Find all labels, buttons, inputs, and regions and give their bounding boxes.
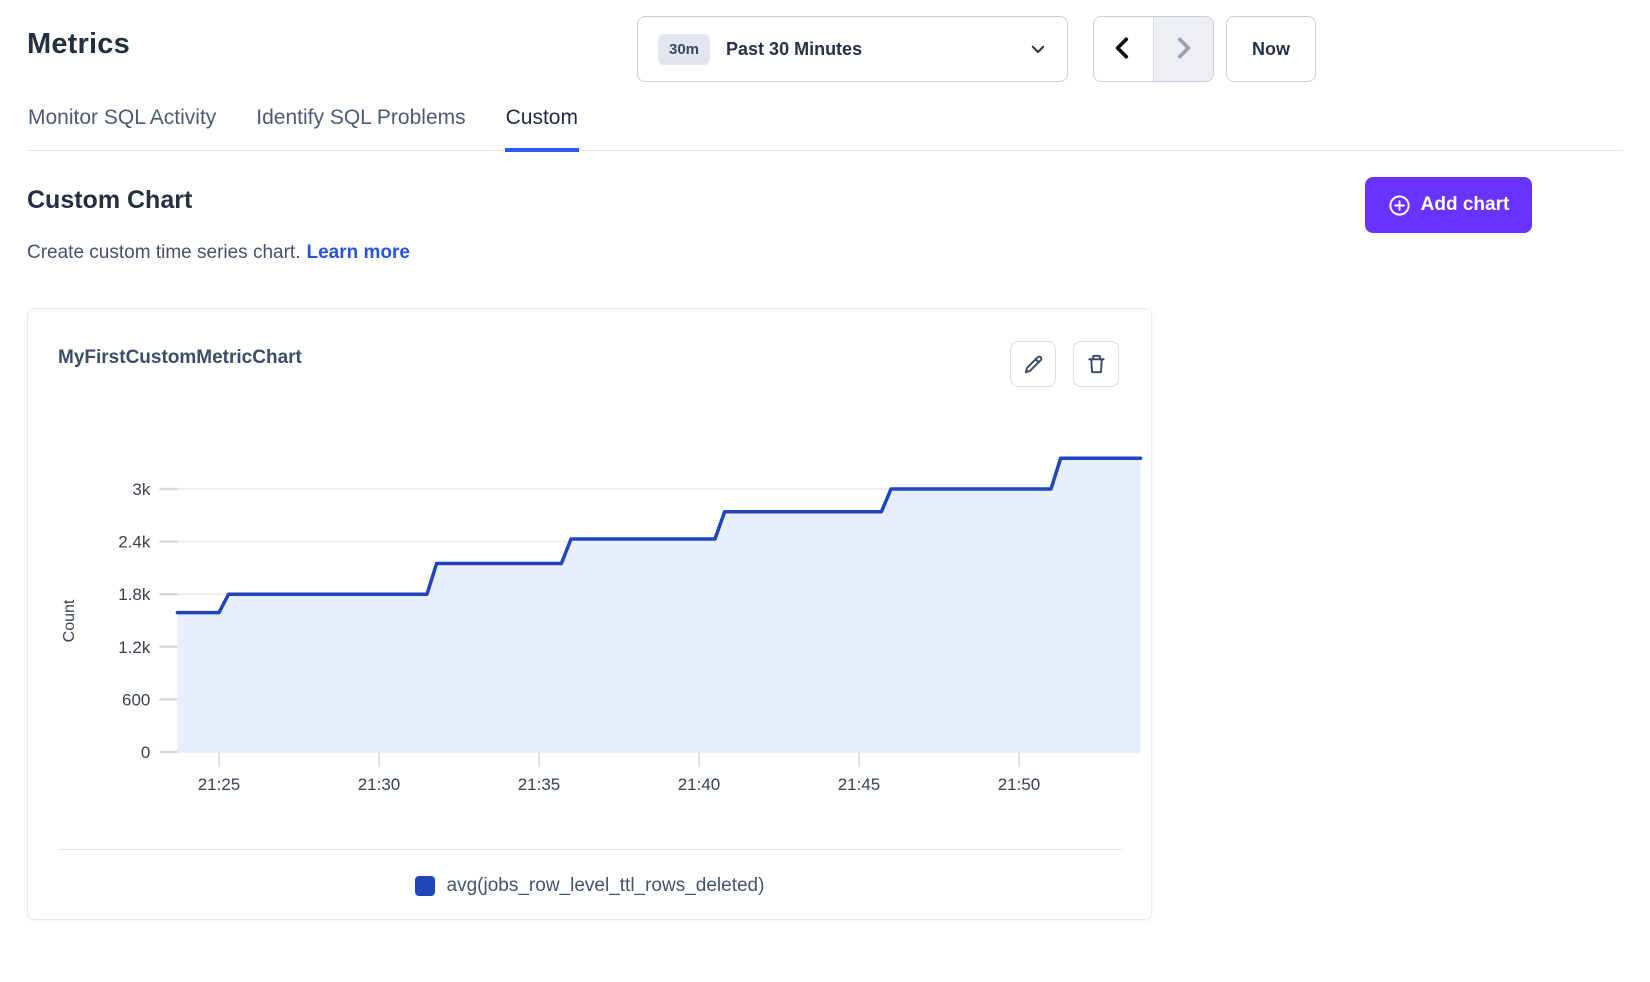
svg-text:2.4k: 2.4k bbox=[118, 533, 151, 552]
svg-text:21:50: 21:50 bbox=[998, 775, 1041, 794]
now-button[interactable]: Now bbox=[1226, 16, 1316, 82]
trash-icon bbox=[1085, 353, 1108, 376]
svg-text:0: 0 bbox=[141, 743, 150, 762]
edit-chart-button[interactable] bbox=[1010, 341, 1056, 387]
time-next-button[interactable] bbox=[1154, 17, 1214, 81]
subtitle-text: Create custom time series chart. bbox=[27, 242, 300, 263]
section-title: Custom Chart bbox=[27, 186, 192, 215]
chevron-left-icon bbox=[1110, 35, 1136, 64]
tab-identify-sql-problems[interactable]: Identify SQL Problems bbox=[255, 100, 466, 152]
svg-text:600: 600 bbox=[122, 690, 150, 709]
chart-legend: avg(jobs_row_level_ttl_rows_deleted) bbox=[28, 875, 1151, 897]
chevron-down-icon bbox=[1029, 40, 1047, 58]
learn-more-link[interactable]: Learn more bbox=[306, 242, 409, 263]
svg-text:1.8k: 1.8k bbox=[118, 585, 151, 604]
section-subtitle: Create custom time series chart. Learn mo… bbox=[27, 242, 410, 264]
legend-item[interactable]: avg(jobs_row_level_ttl_rows_deleted) bbox=[415, 875, 765, 897]
tab-monitor-sql-activity[interactable]: Monitor SQL Activity bbox=[27, 100, 217, 152]
legend-divider bbox=[58, 849, 1123, 850]
svg-text:1.2k: 1.2k bbox=[118, 638, 151, 657]
add-chart-label: Add chart bbox=[1421, 194, 1510, 216]
pencil-icon bbox=[1022, 353, 1045, 376]
time-range-badge: 30m bbox=[658, 34, 710, 65]
svg-text:21:25: 21:25 bbox=[198, 775, 241, 794]
svg-text:3k: 3k bbox=[132, 480, 150, 499]
metrics-page: Metrics 30m Past 30 Minutes Now Monitor … bbox=[0, 0, 1650, 982]
svg-text:21:45: 21:45 bbox=[838, 775, 881, 794]
plus-circle-icon bbox=[1388, 194, 1411, 217]
time-range-dropdown[interactable]: 30m Past 30 Minutes bbox=[637, 16, 1068, 82]
time-prev-button[interactable] bbox=[1094, 17, 1154, 81]
legend-swatch bbox=[415, 876, 435, 896]
svg-text:Count: Count bbox=[61, 599, 78, 642]
delete-chart-button[interactable] bbox=[1073, 341, 1119, 387]
time-range-label: Past 30 Minutes bbox=[726, 39, 862, 60]
chart-title: MyFirstCustomMetricChart bbox=[58, 347, 302, 369]
chart-card: 0 600 1.2k 1.8k 2.4k 3k 21:25 21:30 21:35 21:40 21… bbox=[27, 308, 1152, 920]
svg-text:21:40: 21:40 bbox=[678, 775, 721, 794]
legend-label: avg(jobs_row_level_ttl_rows_deleted) bbox=[447, 875, 765, 897]
time-pager bbox=[1093, 16, 1214, 82]
chevron-right-icon bbox=[1170, 35, 1196, 64]
page-title: Metrics bbox=[27, 28, 130, 61]
tab-custom[interactable]: Custom bbox=[505, 100, 579, 152]
metrics-tabs: Monitor SQL Activity Identify SQL Proble… bbox=[27, 100, 1623, 151]
svg-text:21:35: 21:35 bbox=[518, 775, 561, 794]
time-series-chart[interactable]: 0 600 1.2k 1.8k 2.4k 3k 21:25 21:30 21:35 21:40 21… bbox=[28, 309, 1153, 921]
svg-text:21:30: 21:30 bbox=[358, 775, 401, 794]
add-chart-button[interactable]: Add chart bbox=[1365, 177, 1532, 233]
